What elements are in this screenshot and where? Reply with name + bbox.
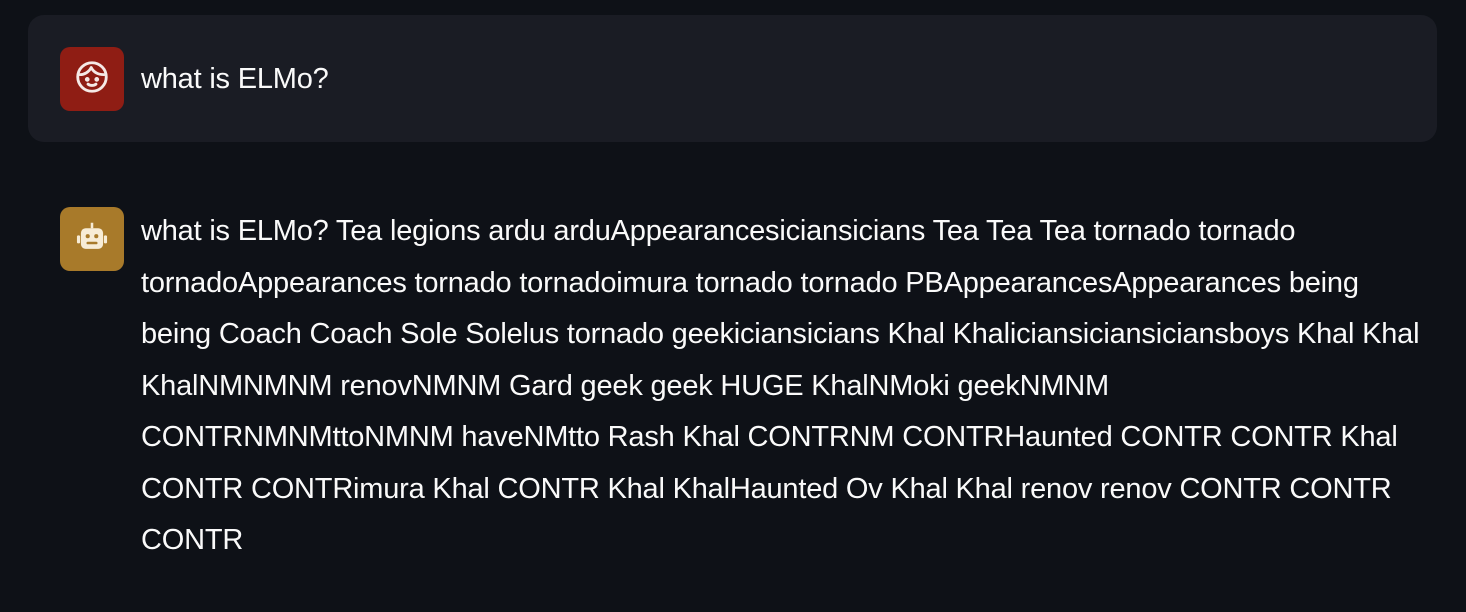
user-message-text: what is ELMo? bbox=[141, 63, 329, 95]
robot-icon bbox=[73, 218, 111, 261]
user-face-icon bbox=[73, 58, 111, 101]
user-message: what is ELMo? bbox=[28, 15, 1437, 142]
assistant-message: what is ELMo? Tea legions ardu arduAppea… bbox=[28, 180, 1437, 580]
assistant-avatar bbox=[60, 207, 124, 271]
assistant-message-text: what is ELMo? Tea legions ardu arduAppea… bbox=[141, 215, 1420, 556]
chat-container: what is ELMo? what is ELMo? Tea legions … bbox=[0, 0, 1466, 612]
user-avatar bbox=[60, 47, 124, 111]
